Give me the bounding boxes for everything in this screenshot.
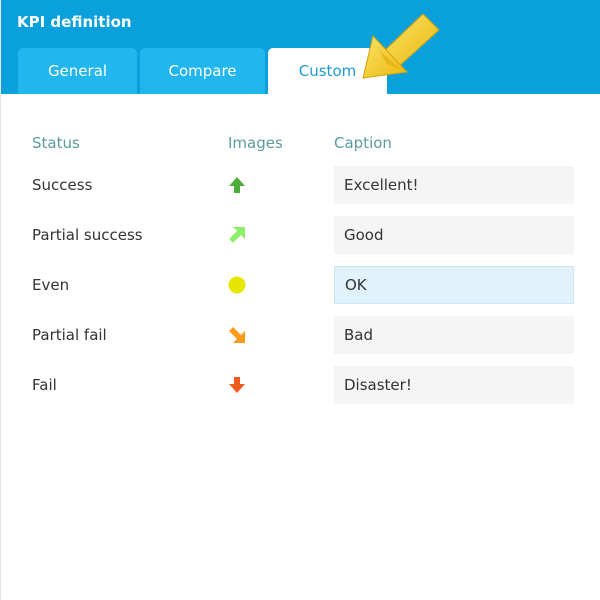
status-label: Even	[32, 276, 70, 294]
status-label: Fail	[32, 376, 57, 394]
kpi-row-fail: Fail	[1, 366, 600, 404]
status-label: Partial success	[32, 226, 143, 244]
kpi-row-partial-fail: Partial fail	[1, 316, 600, 354]
tab-general[interactable]: General	[18, 48, 137, 94]
caption-input-success[interactable]	[334, 166, 574, 204]
caption-input-fail[interactable]	[334, 366, 574, 404]
caption-input-partial-fail[interactable]	[334, 316, 574, 354]
kpi-row-even: Even	[1, 266, 600, 304]
column-header-images: Images	[228, 134, 283, 152]
pointer-arrow-icon	[362, 13, 440, 79]
custom-tab-panel: Status Images Caption Success Partial su…	[1, 94, 600, 600]
circle-icon	[228, 276, 246, 294]
dialog-header: KPI definition General Compare Custom	[1, 0, 600, 94]
arrow-up-right-icon	[229, 227, 245, 243]
dialog-title: KPI definition	[17, 13, 132, 31]
column-header-caption: Caption	[334, 134, 392, 152]
tab-compare-label: Compare	[168, 62, 237, 80]
kpi-row-success: Success	[1, 166, 600, 204]
status-label: Success	[32, 176, 93, 194]
caption-input-partial-success[interactable]	[334, 216, 574, 254]
status-label: Partial fail	[32, 326, 107, 344]
tab-compare[interactable]: Compare	[140, 48, 265, 94]
kpi-row-partial-success: Partial success	[1, 216, 600, 254]
column-header-status: Status	[32, 134, 80, 152]
kpi-definition-dialog: KPI definition General Compare Custom St…	[0, 0, 600, 600]
tab-general-label: General	[47, 62, 108, 80]
arrow-up-icon	[229, 177, 245, 193]
tab-custom-label: Custom	[298, 62, 357, 80]
caption-input-even[interactable]	[334, 266, 574, 304]
arrow-down-icon	[229, 377, 245, 393]
arrow-down-right-icon	[229, 327, 245, 343]
